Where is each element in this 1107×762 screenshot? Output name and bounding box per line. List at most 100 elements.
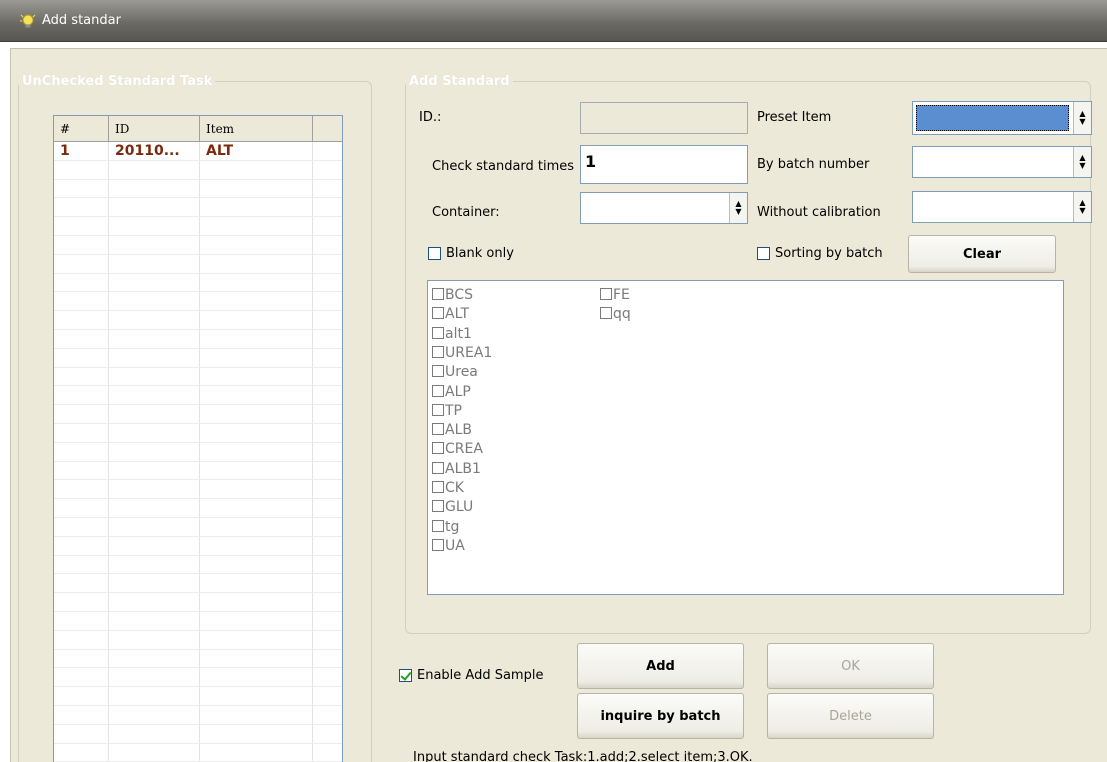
table-row[interactable] <box>54 179 342 199</box>
blank-only-checkbox[interactable]: Blank only <box>428 246 514 261</box>
table-row[interactable] <box>54 705 342 725</box>
table-row[interactable] <box>54 743 342 762</box>
table-row[interactable] <box>54 405 342 424</box>
item-check-box[interactable] <box>432 481 444 493</box>
item-check-box[interactable] <box>600 288 612 300</box>
table-row[interactable] <box>54 480 342 500</box>
table-row[interactable] <box>54 198 342 218</box>
table-row[interactable] <box>54 160 342 180</box>
table-row[interactable] <box>54 574 342 594</box>
item-check-box[interactable] <box>432 307 444 320</box>
delete-button[interactable]: Delete <box>767 693 934 739</box>
item-checkbox[interactable]: BCS <box>432 287 473 303</box>
item-check-box[interactable] <box>432 403 444 416</box>
add-standard-legend: Add Standard <box>409 74 510 89</box>
enable-add-sample-label: Enable Add Sample <box>417 668 544 683</box>
item-check-box[interactable] <box>432 538 444 551</box>
item-checkbox[interactable]: ALT <box>432 306 469 322</box>
title-bar[interactable]: Add standar <box>0 0 1107 42</box>
item-checkbox[interactable]: Urea <box>432 364 478 380</box>
table-row[interactable] <box>54 668 342 688</box>
item-label: CK <box>445 480 464 496</box>
add-button[interactable]: Add <box>577 643 744 689</box>
item-checkbox[interactable]: UA <box>432 538 465 554</box>
table-row[interactable] <box>54 649 342 669</box>
item-check-box[interactable] <box>432 345 444 358</box>
item-checkbox[interactable]: ALB1 <box>432 461 481 477</box>
table-cell <box>109 160 200 179</box>
table-row[interactable] <box>54 348 342 368</box>
item-check-box[interactable] <box>432 384 444 397</box>
table-cell <box>54 386 109 405</box>
col-header-index[interactable]: # <box>54 116 109 142</box>
item-check-box[interactable] <box>432 519 444 532</box>
item-check-box[interactable] <box>432 423 444 436</box>
table-row[interactable] <box>54 217 342 236</box>
table-row[interactable] <box>54 724 342 744</box>
item-checklist[interactable]: BCS ALT alt1 UREA1 Urea ALP TP ALB CREA ALB1 CK GLU… <box>427 280 1064 595</box>
task-grid[interactable]: # ID Item 1 20110... ALT <box>53 115 343 762</box>
table-row[interactable] <box>54 235 342 255</box>
table-row[interactable] <box>54 555 342 575</box>
item-check-box[interactable] <box>432 288 444 300</box>
item-check-box[interactable] <box>432 326 444 339</box>
item-checkbox[interactable]: ALP <box>432 384 471 400</box>
table-row[interactable]: 1 20110... ALT <box>54 142 342 161</box>
table-row[interactable] <box>54 367 342 387</box>
item-checkbox[interactable]: GLU <box>432 499 473 515</box>
table-row[interactable] <box>54 442 342 462</box>
table-row[interactable] <box>54 329 342 349</box>
item-checkbox[interactable]: qq <box>600 306 631 322</box>
inquire-by-batch-button[interactable]: inquire by batch <box>577 693 744 739</box>
col-header-item[interactable]: Item <box>200 116 313 142</box>
clear-button[interactable]: Clear <box>908 235 1056 273</box>
spin-arrows-icon[interactable]: ▲ ▼ <box>729 193 747 223</box>
table-cell <box>313 687 342 705</box>
table-row[interactable] <box>54 499 342 518</box>
id-field[interactable] <box>580 102 748 134</box>
item-checkbox[interactable]: UREA1 <box>432 345 492 361</box>
table-row[interactable] <box>54 423 342 443</box>
table-row[interactable] <box>54 630 342 650</box>
item-checkbox[interactable]: CREA <box>432 441 483 457</box>
sorting-by-batch-box[interactable] <box>757 247 770 260</box>
item-check-box[interactable] <box>432 500 444 513</box>
table-cell <box>200 536 313 555</box>
item-check-box[interactable] <box>432 461 444 474</box>
table-row[interactable] <box>54 687 342 706</box>
item-check-box[interactable] <box>600 307 612 320</box>
enable-add-sample-box[interactable] <box>399 669 412 682</box>
enable-add-sample-checkbox[interactable]: Enable Add Sample <box>399 668 543 683</box>
table-row[interactable] <box>54 273 342 293</box>
item-check-box[interactable] <box>432 442 444 455</box>
container-select[interactable]: ▲ ▼ <box>580 192 748 224</box>
without-calibration-select[interactable]: ▲ ▼ <box>912 191 1092 223</box>
ok-button[interactable]: OK <box>767 643 934 689</box>
table-row[interactable] <box>54 593 342 612</box>
table-row[interactable] <box>54 461 342 481</box>
item-check-box[interactable] <box>432 365 444 378</box>
col-header-extra[interactable] <box>313 116 342 142</box>
table-row[interactable] <box>54 311 342 330</box>
table-row[interactable] <box>54 386 342 406</box>
col-header-id[interactable]: ID <box>109 116 200 142</box>
table-row[interactable] <box>54 292 342 312</box>
table-row[interactable] <box>54 254 342 274</box>
spin-arrows-icon[interactable]: ▲ ▼ <box>1073 192 1091 222</box>
table-row[interactable] <box>54 536 342 556</box>
item-checkbox[interactable]: CK <box>432 480 464 496</box>
item-checkbox[interactable]: ALB <box>432 422 472 438</box>
blank-only-box[interactable] <box>428 247 441 260</box>
spin-arrows-icon[interactable]: ▲ ▼ <box>1073 102 1091 134</box>
table-row[interactable] <box>54 611 342 631</box>
item-checkbox[interactable]: FE <box>600 287 630 303</box>
sorting-by-batch-checkbox[interactable]: Sorting by batch <box>757 246 883 261</box>
item-checkbox[interactable]: alt1 <box>432 326 472 342</box>
spin-arrows-icon[interactable]: ▲ ▼ <box>1073 147 1091 177</box>
table-row[interactable] <box>54 517 342 537</box>
batch-number-select[interactable]: ▲ ▼ <box>912 146 1092 178</box>
check-times-input[interactable]: 1 <box>580 145 748 184</box>
item-checkbox[interactable]: TP <box>432 403 462 419</box>
preset-item-select[interactable]: ▲ ▼ <box>912 101 1092 135</box>
item-checkbox[interactable]: tg <box>432 519 459 535</box>
